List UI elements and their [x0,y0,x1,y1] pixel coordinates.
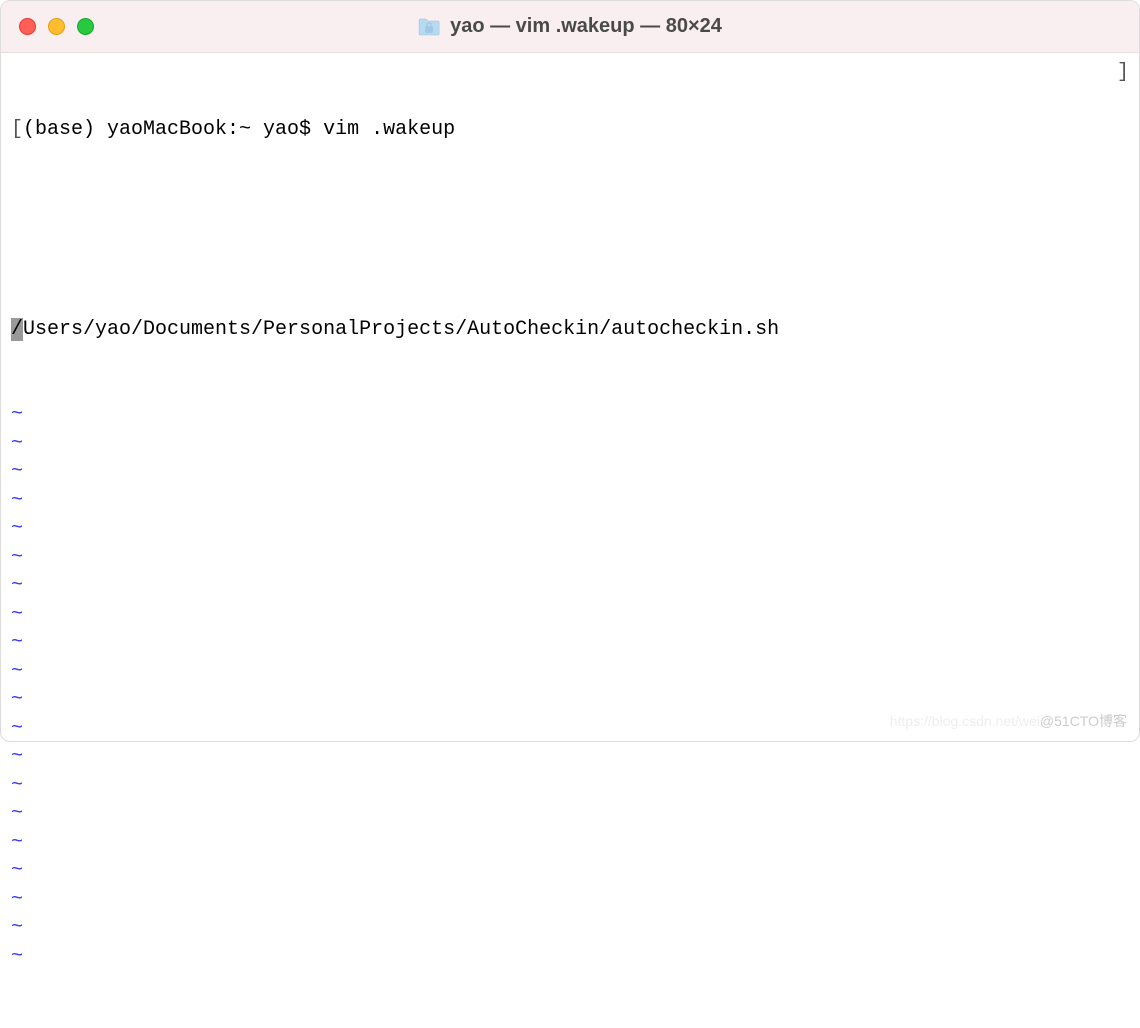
watermark: https://blog.csdn.net/wei@51CTO博客 [890,707,1127,736]
vim-empty-line: ~ [11,800,1129,829]
vim-empty-line: ~ [11,515,1129,544]
right-bracket: ] [1117,59,1129,88]
watermark-faint: https://blog.csdn.net/wei [890,713,1040,729]
window-titlebar: yao — vim .wakeup — 80×24 [1,1,1139,53]
prompt-line: [(base) yaoMacBook:~ yao$ vim .wakeup [11,116,1129,145]
file-content-line: /Users/yao/Documents/PersonalProjects/Au… [11,316,1129,345]
folder-icon [418,18,440,36]
cursor-char: / [11,316,23,345]
terminal-content[interactable]: [(base) yaoMacBook:~ yao$ vim .wakeup ] … [1,53,1139,741]
vim-empty-line: ~ [11,572,1129,601]
maximize-button[interactable] [77,18,94,35]
vim-empty-line: ~ [11,886,1129,915]
vim-empty-line: ~ [11,544,1129,573]
vim-empty-line: ~ [11,829,1129,858]
vim-empty-line: ~ [11,401,1129,430]
blank-line [11,230,1129,259]
traffic-lights [19,18,94,35]
file-path-text: Users/yao/Documents/PersonalProjects/Aut… [23,316,779,345]
left-bracket: [ [11,116,23,145]
vim-empty-line: ~ [11,772,1129,801]
vim-empty-line: ~ [11,430,1129,459]
window-title: yao — vim .wakeup — 80×24 [450,15,722,38]
minimize-button[interactable] [48,18,65,35]
prompt-text: (base) yaoMacBook:~ yao$ vim .wakeup [23,116,455,145]
vim-empty-line: ~ [11,914,1129,943]
vim-empty-line: ~ [11,743,1129,772]
vim-empty-line: ~ [11,629,1129,658]
vim-empty-line: ~ [11,601,1129,630]
window-title-container: yao — vim .wakeup — 80×24 [418,15,722,38]
close-button[interactable] [19,18,36,35]
vim-empty-line: ~ [11,458,1129,487]
vim-empty-line: ~ [11,943,1129,972]
vim-empty-line: ~ [11,857,1129,886]
watermark-text: @51CTO博客 [1040,713,1127,729]
vim-empty-line: ~ [11,658,1129,687]
vim-empty-line: ~ [11,487,1129,516]
